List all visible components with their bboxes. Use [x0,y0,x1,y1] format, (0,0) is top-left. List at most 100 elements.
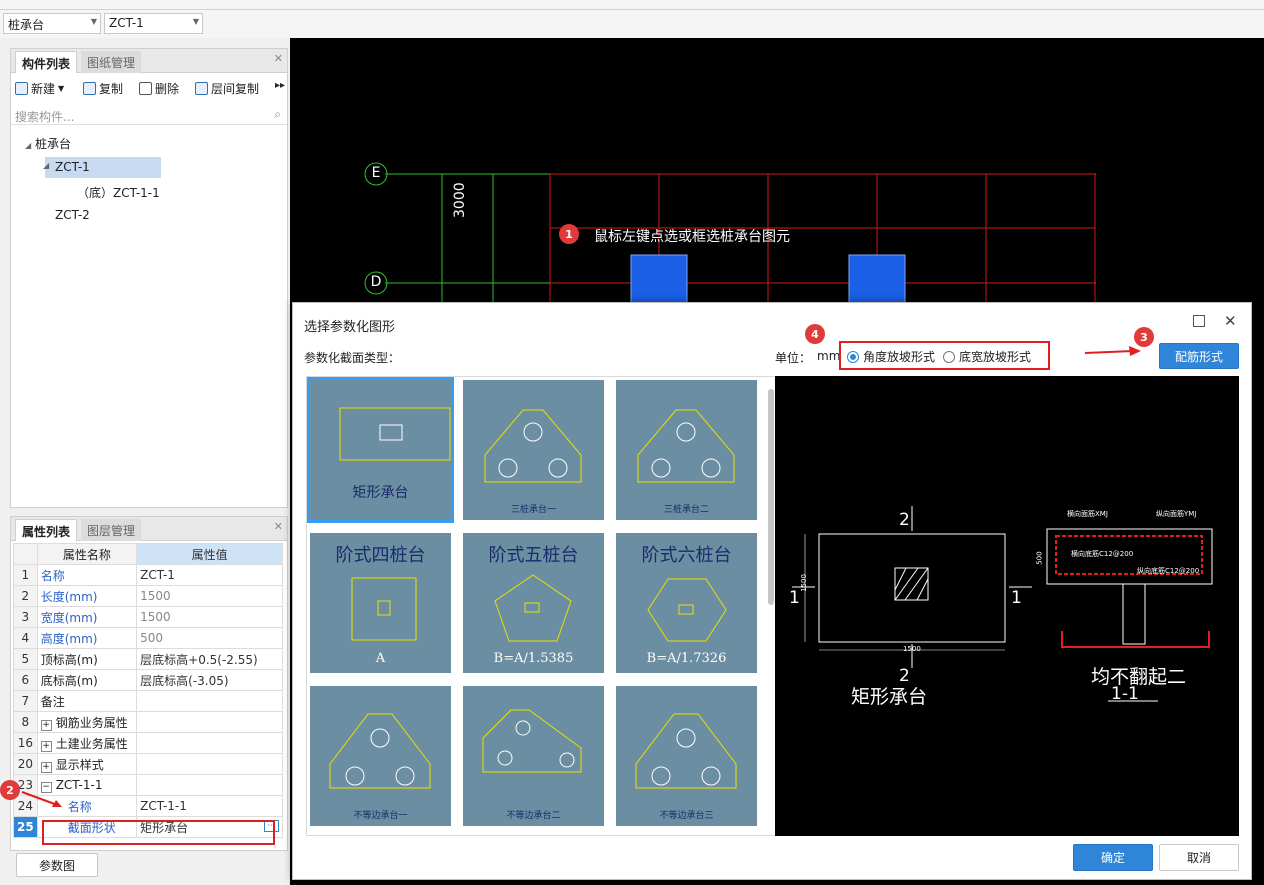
tree-item[interactable]: （底）ZCT-1-1 [77,184,160,201]
pile-cap[interactable] [848,254,906,304]
property-value-label: 层底标高(-3.05) [140,673,229,688]
tab-property-list[interactable]: 属性列表 [15,519,78,541]
property-value[interactable]: 1500 [136,606,283,628]
delete-button[interactable]: 删除 [139,79,179,97]
thumbnail-grid: 矩形承台 三桩承台一 三桩承台二 阶式四桩台 A 阶式五桩台 B=A/1.5385 阶式六桩台… [306,376,776,836]
maximize-icon[interactable] [1193,315,1205,327]
property-value-label: 1500 [140,589,171,603]
radio-angle-slope[interactable]: 角度放坡形式 [847,348,935,365]
shape-thumbnail[interactable]: 不等边承台三 [616,686,757,826]
property-value[interactable] [136,732,283,754]
header-num [13,543,38,565]
tree-item[interactable]: ◢ ZCT-1 [43,157,161,178]
shape-preview-icon [635,713,737,789]
shape-thumbnail[interactable]: 三桩承台二 [616,380,757,520]
scrollbar-thumb[interactable] [768,389,774,605]
tree-root[interactable]: ◢ 桩承台 [25,135,71,152]
property-value[interactable] [136,711,283,733]
copy-button[interactable]: 复制 [83,79,123,97]
thumbnail-caption: 阶式六桩台 [641,545,732,566]
pile-cap[interactable] [630,254,688,304]
section-mark: 1 [789,588,800,608]
tree-item[interactable]: ZCT-2 [55,208,90,222]
chevron-down-icon: ▼ [192,17,199,26]
chevron-down-icon: ◢ [43,161,50,170]
floor-copy-icon [195,81,208,95]
floor-copy-button[interactable]: 层间复制 [195,79,259,97]
property-row[interactable]: 20 + 显示样式 [13,753,283,775]
radio-unchecked-icon [943,350,955,363]
property-value[interactable] [136,690,283,712]
section-name: 1-1 [1111,684,1139,704]
property-row[interactable]: 5 顶标高(m) 层底标高+0.5(-2.55) [13,648,283,670]
property-row[interactable]: 3 宽度(mm) 1500 [13,606,283,628]
component-list-panel: 构件列表 图纸管理 ✕ 新建 ▼ 复制 删除 层间复制 ▸▸ 搜索构件... ⌕ … [10,48,288,508]
property-value[interactable]: 层底标高(-3.05) [136,669,283,691]
expand-icon[interactable]: + [40,740,52,752]
shape-thumbnail[interactable]: 阶式六桩台 B=A/1.7326 [616,533,757,673]
property-row[interactable]: 4 高度(mm) 500 [13,627,283,649]
rebar-form-button[interactable]: 配筋形式 [1159,343,1239,369]
property-row[interactable]: 1 名称 ZCT-1 [13,564,283,586]
property-name: 备注 [36,690,138,712]
property-row[interactable]: 6 底标高(m) 层底标高(-3.05) [13,669,283,691]
shape-thumbnail[interactable]: 阶式四桩台 A [310,533,451,673]
property-row[interactable]: 2 长度(mm) 1500 [13,585,283,607]
param-diagram-button[interactable]: 参数图 [16,853,98,877]
thumbnail-caption: 矩形承台 [352,485,409,501]
component-type-select[interactable]: 桩承台 ▼ [3,13,101,34]
property-value-label: 层底标高+0.5(-2.55) [140,652,258,667]
property-value-label: ZCT-1-1 [140,799,187,813]
tab-layer-manage[interactable]: 图层管理 [81,519,142,541]
shape-thumbnail[interactable]: 阶式五桩台 B=A/1.5385 [463,533,604,673]
property-row[interactable]: 7 备注 [13,690,283,712]
preview-canvas: 2 2 1 1 1500 1500 矩形承台 均不翻起二 1-1 横向面筋XMJ… [775,376,1239,836]
property-value[interactable]: 500 [136,627,283,649]
close-icon[interactable]: ✕ [274,52,283,65]
radio-checked-icon [847,350,859,363]
new-label: 新建 [31,81,56,96]
search-input[interactable]: 搜索构件... ⌕ [11,105,287,125]
property-row[interactable]: 8 + 钢筋业务属性 [13,711,283,733]
delete-label: 删除 [155,81,180,96]
property-value[interactable]: ZCT-1-1 [136,795,283,817]
unit-label: 单位： [775,351,812,365]
shape-thumbnail[interactable]: 不等边承台二 [463,686,604,826]
chevron-down-icon: ▼ [90,17,97,26]
property-name-label: 钢筋业务属性 [55,715,128,730]
close-icon[interactable]: ✕ [274,520,283,533]
property-value[interactable]: ZCT-1 [136,564,283,586]
dimension-text: 3000 [452,182,468,218]
shape-thumbnail[interactable]: 三桩承台一 [463,380,604,520]
tab-component-list[interactable]: 构件列表 [15,51,78,73]
more-arrow-icon[interactable]: ▸▸ [275,80,285,91]
tab-drawing-manage[interactable]: 图纸管理 [81,51,142,73]
property-row[interactable]: 16 + 土建业务属性 [13,732,283,754]
radio-base-width-slope[interactable]: 底宽放坡形式 [943,348,1031,365]
component-select[interactable]: ZCT-1 ▼ [104,13,203,34]
new-button[interactable]: 新建 ▼ [15,79,64,97]
row-number: 8 [13,711,38,733]
ok-button[interactable]: 确定 [1073,844,1153,871]
close-icon[interactable]: ✕ [1224,312,1237,330]
property-value[interactable] [136,774,283,796]
expand-icon[interactable]: + [40,719,52,731]
row-number: 16 [13,732,38,754]
property-name-label: 名称 [67,799,92,814]
property-value[interactable] [136,753,283,775]
annotation: 横向面筋XMJ [1067,510,1108,518]
annotation: 横向底筋C12@200 [1071,550,1134,558]
step-badge-2: 2 [0,780,20,800]
cancel-button[interactable]: 取消 [1159,844,1239,871]
expand-icon[interactable]: + [40,761,52,773]
axis-label-e: E [371,165,381,181]
annotation: 纵向面筋YMJ [1156,510,1197,518]
property-value[interactable]: 1500 [136,585,283,607]
shape-thumbnail[interactable]: 矩形承台 [307,377,454,523]
shape-thumbnail[interactable]: 不等边承台一 [310,686,451,826]
preview-shape-name: 矩形承台 [851,686,928,708]
radio-label: 底宽放坡形式 [959,350,1032,364]
property-value[interactable]: 层底标高+0.5(-2.55) [136,648,283,670]
row-number: 1 [13,564,38,586]
property-tabs: 属性列表 图层管理 ✕ [11,517,287,541]
